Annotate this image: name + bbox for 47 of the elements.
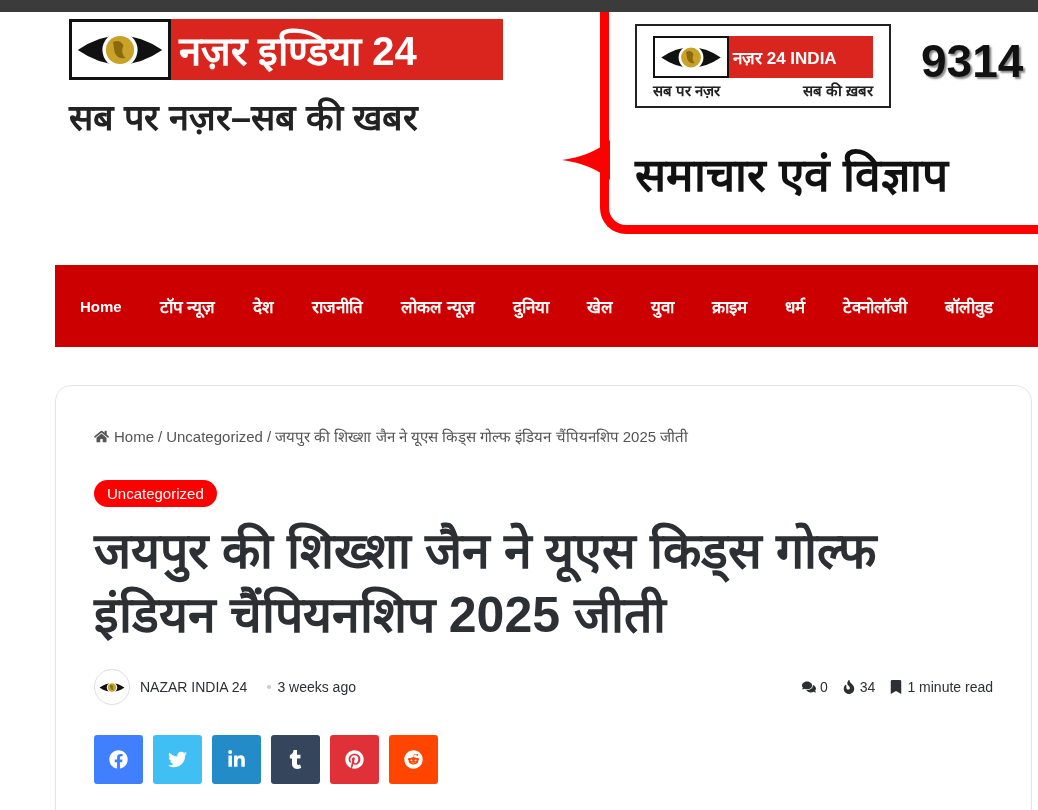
reddit-icon	[404, 750, 423, 769]
ad-phone-number: 9314	[921, 34, 1024, 88]
nav-link[interactable]: लोकल न्यूज़	[382, 294, 495, 318]
logo-title[interactable]: नज़र इण्डिया 24	[171, 19, 503, 80]
nav-link[interactable]: राजनीति	[293, 294, 383, 318]
nav-link[interactable]: क्राइम	[693, 294, 767, 318]
read-time: 1 minute read	[907, 679, 993, 695]
breadcrumb-link[interactable]: Home	[94, 427, 154, 445]
comment-count: 0	[820, 679, 828, 695]
ad-logo-title: नज़र 24 INDIA	[729, 36, 873, 78]
linkedin-share-button[interactable]	[212, 735, 261, 784]
reddit-share-button[interactable]	[389, 735, 438, 784]
logo-tagline: सब पर नज़र–सब की खबर	[69, 96, 420, 140]
view-count: 34	[859, 679, 876, 695]
tumblr-share-button[interactable]	[271, 735, 320, 784]
post-date: 3 weeks ago	[277, 679, 356, 695]
ad-tagline: सब पर नज़र	[653, 81, 721, 100]
nav-link[interactable]: युवा	[632, 294, 694, 318]
article-title: जयपुर की शिख्शा जैन ने यूएस किड्स गोल्फ इंडियन चैंपियनशिप 2025 जीती	[94, 521, 879, 645]
facebook-share-button[interactable]	[94, 735, 143, 784]
linkedin-icon	[227, 750, 246, 769]
twitter-icon	[168, 750, 187, 769]
home-icon	[94, 428, 109, 444]
fire-icon	[841, 680, 856, 694]
nav-link[interactable]: खेल	[568, 294, 633, 318]
nav-link[interactable]: दुनिया	[494, 294, 569, 318]
breadcrumb-current: जयपुर की शिख्शा जैन ने यूएस किड्स गोल्फ इंडियन चैंपियनशिप 2025 जीती	[275, 427, 689, 446]
comments-icon	[802, 680, 816, 694]
bookmark-icon	[889, 680, 904, 694]
twitter-share-button[interactable]	[153, 735, 202, 784]
pinterest-share-button[interactable]	[330, 735, 379, 784]
eye-globe-icon	[99, 680, 125, 694]
nav-link[interactable]: बॉलीवुड	[926, 294, 1013, 318]
breadcrumb-link[interactable]: Uncategorized	[166, 427, 263, 445]
facebook-icon	[109, 750, 128, 769]
nav-link[interactable]: धर्म	[766, 294, 825, 318]
author-name[interactable]: NAZAR INDIA 24	[140, 679, 248, 695]
breadcrumb-separator: /	[158, 427, 163, 445]
breadcrumb-separator: /	[266, 427, 272, 445]
nav-link[interactable]: टेक्नोलॉजी	[824, 294, 927, 318]
nav-link[interactable]: टॉप न्यूज़	[140, 294, 235, 318]
pinterest-icon	[345, 750, 364, 769]
ad-headline: समाचार एवं विज्ञाप	[635, 148, 951, 203]
ad-tagline: सब की ख़बर	[802, 81, 873, 100]
category-tag[interactable]: Uncategorized	[94, 480, 217, 507]
nav-link[interactable]: Home	[61, 297, 141, 315]
nav-link[interactable]: देश	[234, 294, 294, 318]
